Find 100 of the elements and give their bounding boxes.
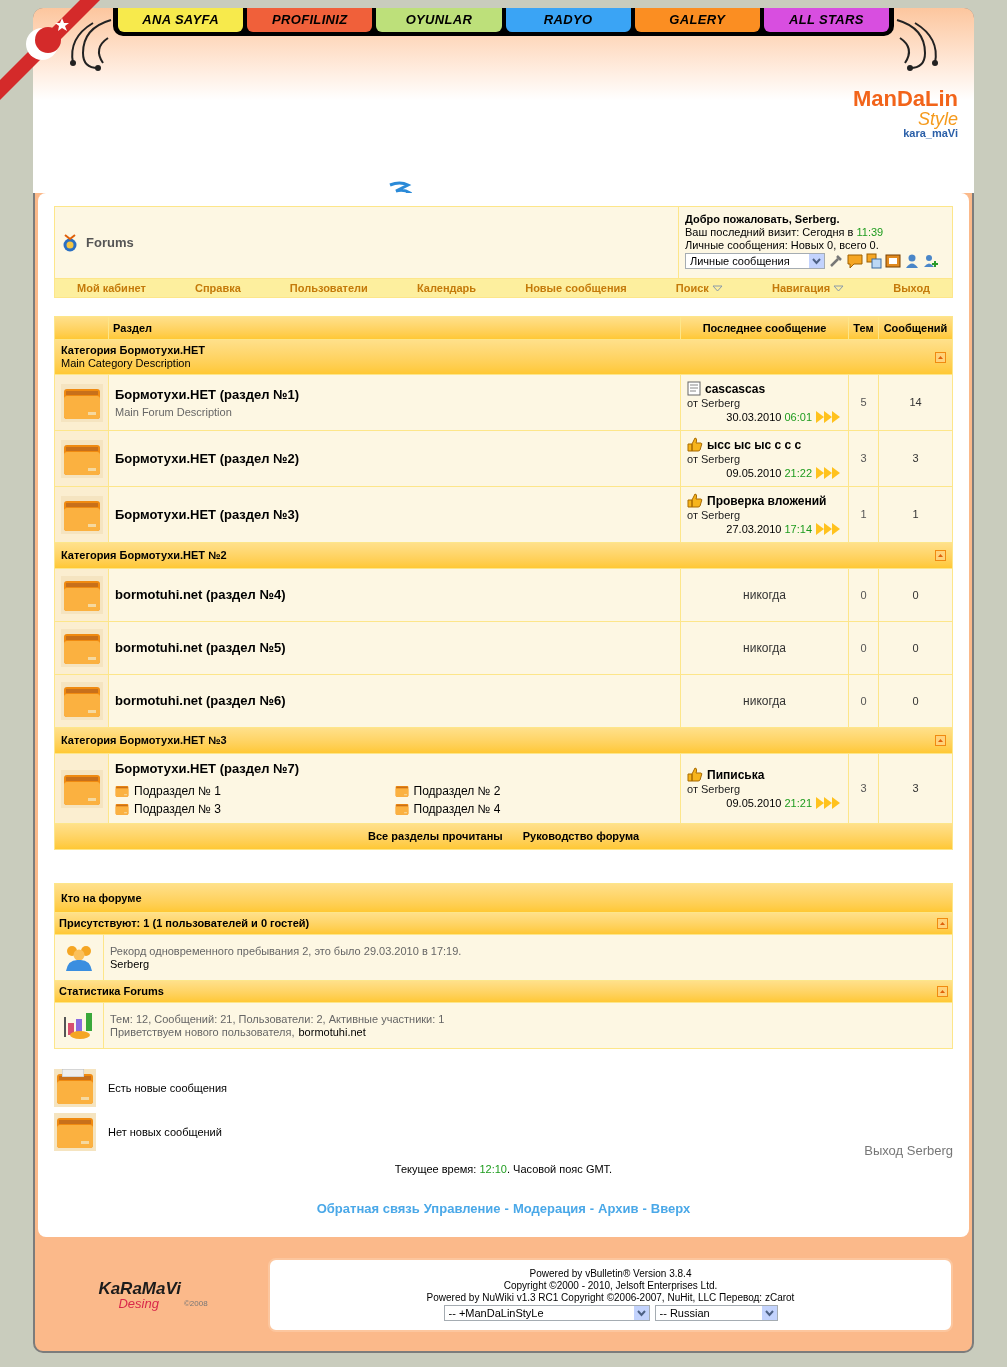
caret-icon [833, 284, 845, 292]
thumbs-up-icon [687, 437, 703, 452]
go-to-post-icon[interactable] [816, 467, 842, 479]
forum-link[interactable]: Бормотухи.НЕТ (раздел №3) [115, 504, 674, 525]
nav-tab[interactable]: GALERY [634, 8, 760, 32]
forum-link[interactable]: Бормотухи.НЕТ (раздел №2) [115, 448, 674, 469]
subforum-link[interactable]: Подраздел № 2 [413, 782, 501, 801]
document-icon [687, 381, 701, 396]
folder-icon [394, 785, 409, 798]
forum-link[interactable]: bormotuhi.net (раздел №5) [115, 638, 674, 658]
thread-link[interactable]: Проверка вложений [707, 493, 827, 508]
forum-description: Main Forum Description [115, 405, 233, 420]
forum-link[interactable]: Бормотухи.НЕТ (раздел №7) [115, 758, 674, 779]
add-user-icon[interactable] [923, 253, 939, 269]
folder-icon [62, 684, 101, 718]
caret-icon [711, 284, 723, 292]
folder-icon [62, 578, 101, 612]
category-title[interactable]: Категория Бормотухи.НЕТ №3 [61, 734, 227, 747]
info-text: Рекорд одновременного пребывания 2, это было 29.03.2010 в 17:19. [110, 944, 462, 958]
nav-tab[interactable]: ALL STARS [763, 8, 890, 32]
separator-text: - [589, 1200, 595, 1218]
wrench-icon[interactable] [828, 253, 844, 269]
author-text: от Serberg [687, 452, 742, 466]
thumbs-up-icon [687, 767, 703, 782]
nav-tab[interactable]: RADYO [505, 8, 631, 32]
subforum-link[interactable]: Подраздел № 4 [413, 800, 501, 819]
paper-sheet-icon [62, 1069, 84, 1077]
go-to-post-icon[interactable] [816, 411, 842, 423]
collapse-icon[interactable] [937, 918, 948, 929]
separator-text: - [642, 1200, 647, 1218]
thread-link[interactable]: ысс ыс ыс с с с [707, 437, 802, 452]
forum-logo-icon [62, 233, 78, 252]
speech-bubble-icon[interactable] [847, 253, 863, 269]
section-header: Кто на форуме [55, 884, 952, 912]
private-messages-text: Личные сообщения: Новых 0, всего 0. [685, 239, 880, 252]
author-text: от Serberg [687, 396, 742, 410]
post-date: 30.03.2010 06:01 [726, 410, 812, 424]
folder-icon [56, 1115, 94, 1149]
thumbs-up-icon [687, 493, 703, 508]
last-post-text: никогда [742, 640, 787, 657]
nav-tab[interactable]: OYUNLAR [376, 8, 502, 32]
footer-logo-name: KaRaMaVi [98, 1279, 181, 1297]
copyright-text: Powered by NuWiki v1.3 RC1 Copyright ©2006-2007, NuHit, LLC Перевод: zCarot [426, 1292, 795, 1304]
picture-frame-icon[interactable] [885, 253, 901, 269]
collapse-icon[interactable] [937, 986, 948, 997]
thread-link[interactable]: cascascas [705, 381, 766, 396]
collapse-icon[interactable] [935, 735, 946, 746]
category-title[interactable]: Категория Бормотухи.НЕТ №2 [61, 549, 227, 562]
folder-icon [62, 631, 101, 665]
subforum-link[interactable]: Подраздел № 3 [134, 800, 221, 819]
author-text: от Serberg [687, 782, 742, 796]
user-icon[interactable] [904, 253, 920, 269]
go-to-post-icon[interactable] [816, 797, 842, 809]
last-visit-text: Ваш последний визит: Сегодня в 11:39 [685, 226, 885, 239]
user-link[interactable]: Serberg [110, 957, 150, 971]
private-messages-select[interactable]: Личные сообщения [685, 253, 825, 269]
forum-link[interactable]: bormotuhi.net (раздел №6) [115, 691, 674, 711]
post-date: 09.05.2010 21:22 [726, 466, 812, 480]
user-link[interactable]: bormotuhi.net [298, 1025, 366, 1039]
category-description: Main Category Description [61, 357, 192, 370]
forum-link[interactable]: Бормотухи.НЕТ (раздел №1) [115, 384, 674, 404]
last-post-text: никогда [742, 587, 787, 604]
logout-link[interactable]: Выход Serberg [864, 1141, 953, 1161]
table-footer-link[interactable]: Руководство форума [522, 828, 639, 845]
separator-text: - [504, 1200, 509, 1218]
logo-subtitle: Style [917, 110, 958, 128]
language-select[interactable]: -- Russian [654, 1305, 778, 1321]
folder-icon [56, 1071, 94, 1105]
subforum-link[interactable]: Подраздел № 1 [134, 782, 221, 801]
folder-icon [115, 785, 129, 798]
nav-tab[interactable]: PROFILINIZ [247, 8, 373, 32]
forum-link[interactable]: bormotuhi.net (раздел №4) [115, 585, 674, 605]
info-text: Тем: 12, Сообщений: 21, Пользователи: 2, Активные участники: 1 [110, 1012, 445, 1026]
folder-icon [394, 803, 409, 816]
post-date: 09.05.2010 21:21 [726, 796, 812, 810]
logo-title: ManDaLin [852, 88, 958, 110]
section-title: Присутствуют: 1 (1 пользователей и 0 гостей) [59, 916, 310, 932]
copyright-text: Copyright ©2000 - 2010, Jelsoft Enterprises Ltd. [503, 1280, 718, 1292]
style-select[interactable]: -- +ManDaLinStyLe [443, 1305, 650, 1321]
post-date: 27.03.2010 17:14 [726, 522, 812, 536]
section-title: Статистика Forums [59, 984, 164, 1000]
legend-label: Есть новые сообщения [108, 1080, 228, 1096]
logo-tag: kara_maVi [903, 128, 958, 139]
nav-tab[interactable]: ANA SAYFA [118, 8, 244, 32]
table-footer-link[interactable]: Все разделы прочитаны [367, 828, 503, 845]
info-text: Приветствуем нового пользователя, [110, 1025, 295, 1039]
collapse-icon[interactable] [935, 550, 946, 561]
copyright-text: Powered by vBulletin® Version 3.8.4 [529, 1268, 692, 1280]
forum-title: Forums [86, 233, 134, 252]
folder-icon [115, 803, 129, 816]
legend-label: Нет новых сообщений [108, 1124, 222, 1140]
go-to-post-icon[interactable] [816, 523, 842, 535]
thread-link[interactable]: Пиписька [707, 767, 765, 782]
collapse-icon[interactable] [935, 351, 946, 363]
footer-logo-script: Desing [117, 1296, 160, 1310]
author-text: от Serberg [687, 508, 742, 522]
last-post-text: никогда [742, 693, 787, 710]
current-time-text: Текущее время: 12:10. Часовой пояс GMT. [394, 1161, 613, 1177]
category-title[interactable]: Категория Бормотухи.НЕТ [61, 344, 206, 357]
welcome-text: Добро пожаловать, Serberg. [685, 213, 841, 226]
